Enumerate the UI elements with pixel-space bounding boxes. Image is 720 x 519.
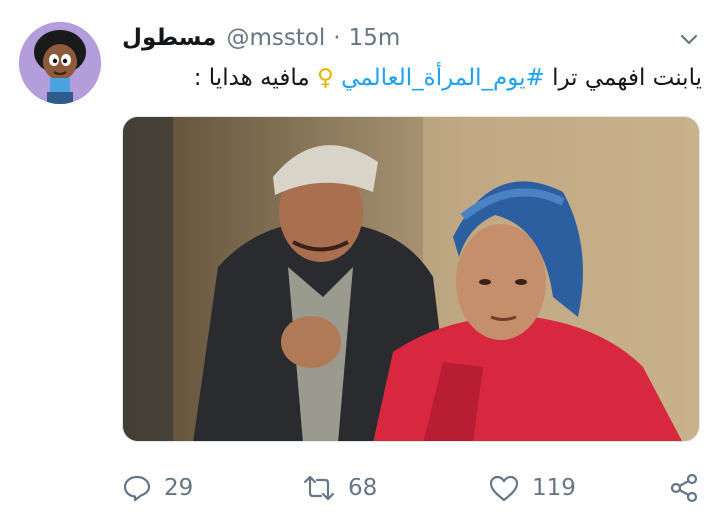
hashtag-link[interactable]: #يوم_المرأة_العالمي [341,65,545,91]
separator: · [333,25,341,51]
tweet-photo[interactable] [122,116,700,442]
tweet-text-before: يابنت افهمي ترا [544,65,702,91]
tweet-text: يابنت افهمي ترا #يوم_المرأة_العالمي ♀ ما… [122,60,702,96]
retweet-count: 68 [348,475,378,501]
reply-button[interactable]: 29 [122,468,193,508]
tweet-actions: 29 68 119 [122,468,712,508]
display-name[interactable]: مسطول [122,25,216,51]
photo-image [123,117,699,441]
timestamp[interactable]: 15m [349,25,401,51]
cartoon-avatar-icon [19,22,101,104]
like-button[interactable]: 119 [488,468,576,508]
reply-count: 29 [164,475,194,501]
retweet-icon [303,475,335,501]
tweet-header: مسطول @msstol · 15m [122,20,400,56]
venus-emoji: ♀ [317,65,334,91]
like-count: 119 [532,475,576,501]
retweet-button[interactable]: 68 [302,468,377,508]
share-icon [670,473,698,503]
reply-icon [123,475,151,502]
tweet-text-after: مافيه هدايا : [193,65,317,91]
heart-icon [489,475,519,502]
avatar[interactable] [19,22,101,104]
chevron-down-icon[interactable] [676,26,702,52]
user-handle[interactable]: @msstol [226,25,325,51]
share-button[interactable] [668,468,712,508]
